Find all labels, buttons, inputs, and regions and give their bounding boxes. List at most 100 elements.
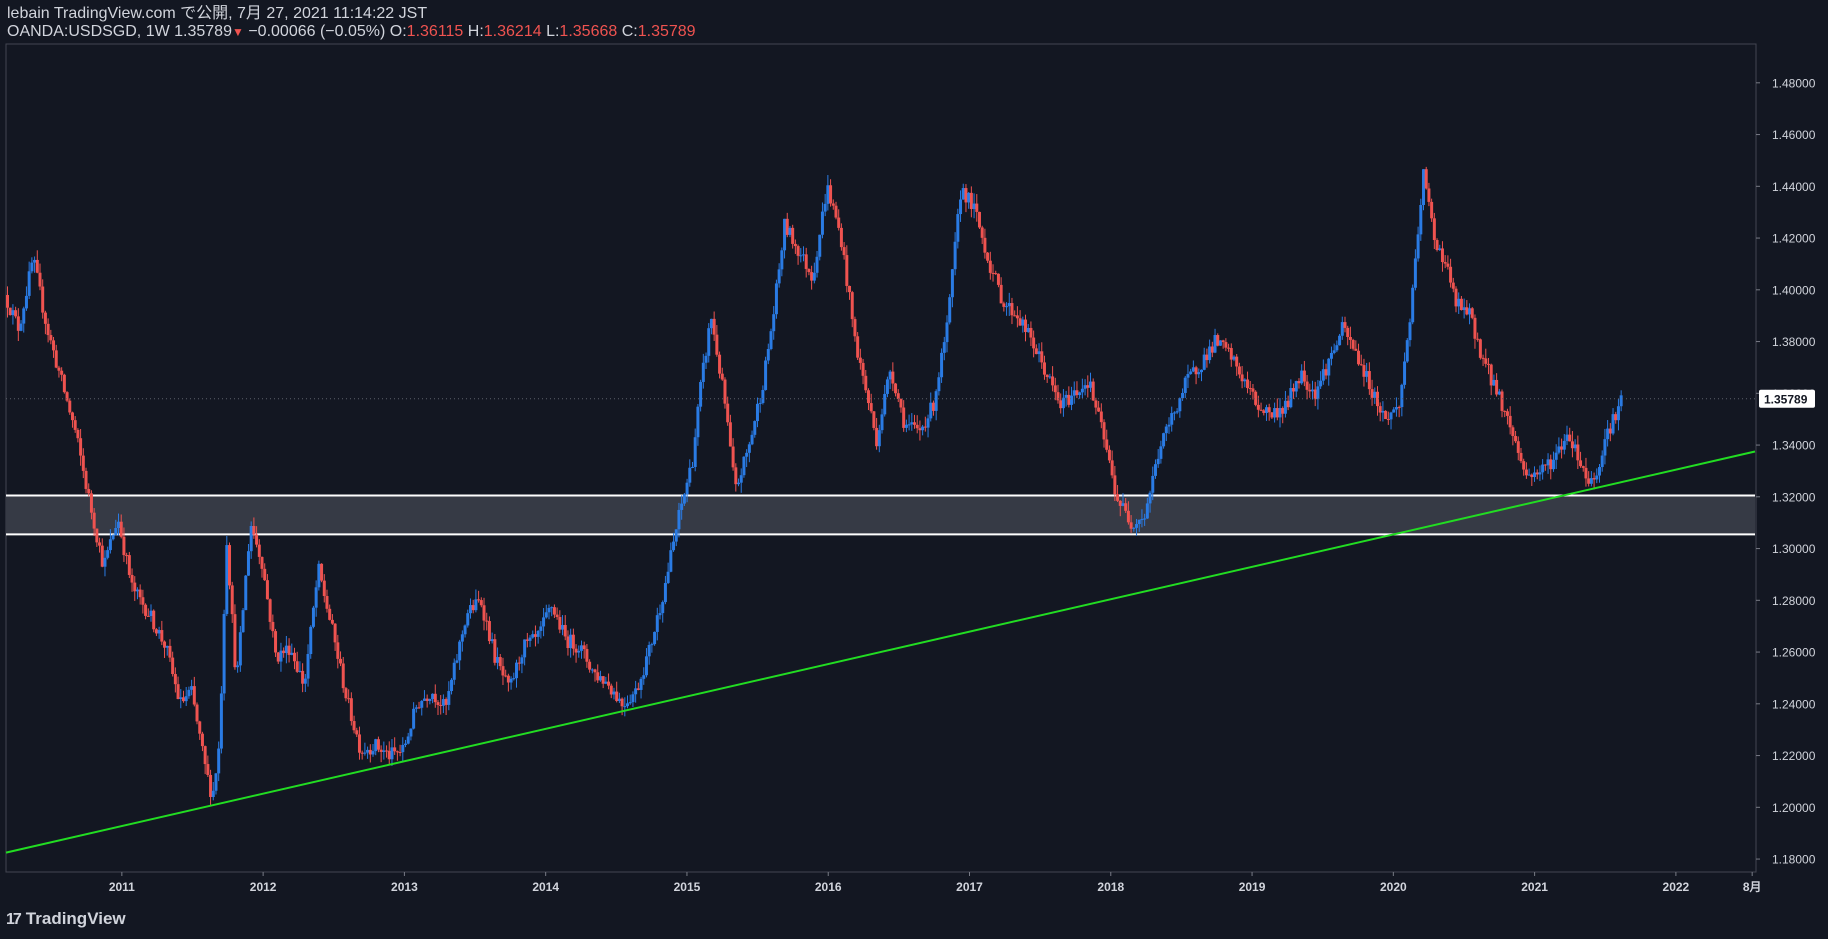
- candle-body: [295, 661, 299, 672]
- candle-body: [263, 568, 267, 581]
- candle-body: [972, 203, 976, 210]
- candle-body: [320, 563, 324, 581]
- candle-body: [709, 318, 713, 329]
- candle: [43, 310, 47, 335]
- candle: [512, 672, 516, 681]
- candle-body: [596, 672, 600, 681]
- candle: [1313, 381, 1317, 407]
- candle-body: [393, 747, 397, 752]
- candle: [198, 720, 202, 740]
- candle-body: [774, 283, 778, 315]
- candle: [582, 641, 586, 659]
- candle: [306, 644, 310, 687]
- candle: [1435, 238, 1439, 252]
- candle: [915, 415, 919, 434]
- candle-body: [317, 563, 321, 588]
- candle-body: [1338, 335, 1342, 346]
- candle-body: [617, 698, 621, 701]
- candle-body: [666, 571, 670, 584]
- candle: [520, 654, 524, 674]
- candle: [290, 643, 294, 656]
- candle-body: [872, 411, 876, 428]
- tradingview-logo: 17 TradingView: [6, 909, 126, 929]
- candle-body: [1137, 519, 1141, 525]
- candle-body: [1351, 339, 1355, 349]
- candle: [801, 246, 805, 262]
- candle: [737, 478, 741, 487]
- candle: [688, 459, 692, 487]
- candle: [344, 686, 348, 702]
- candle: [1481, 354, 1485, 366]
- candle: [171, 651, 175, 677]
- candle: [1600, 450, 1604, 472]
- candle: [1305, 375, 1309, 400]
- candle-body: [1278, 408, 1282, 418]
- candle-body: [230, 585, 234, 615]
- candle: [487, 616, 491, 645]
- candle: [693, 428, 697, 472]
- candle-body: [988, 260, 992, 273]
- candle-body: [923, 426, 927, 428]
- candle: [1375, 386, 1379, 416]
- candle-body: [1511, 427, 1515, 437]
- pane-border: [5, 43, 1757, 873]
- candle-body: [875, 427, 879, 447]
- candle: [755, 397, 759, 428]
- candle-body: [181, 697, 185, 702]
- candle-body: [745, 452, 749, 457]
- candle-body: [106, 550, 110, 558]
- candle-body: [504, 675, 508, 677]
- candle: [1473, 314, 1477, 349]
- candle-body: [1302, 370, 1306, 382]
- candle: [317, 560, 321, 591]
- candle-body: [550, 607, 554, 609]
- candle-body: [1191, 367, 1195, 372]
- candle: [1116, 485, 1120, 503]
- candle: [653, 631, 657, 646]
- candle-body: [547, 607, 551, 613]
- candle-body: [1213, 335, 1217, 353]
- candle: [506, 673, 510, 692]
- support-zone[interactable]: [6, 494, 1755, 536]
- candle-body: [739, 475, 743, 483]
- candle: [341, 657, 345, 693]
- candle-body: [577, 650, 581, 653]
- candle: [165, 645, 169, 656]
- candle-body: [238, 632, 242, 666]
- candle-body: [339, 658, 343, 664]
- candle: [1213, 328, 1217, 354]
- candle: [839, 223, 843, 251]
- candle-body: [853, 319, 857, 337]
- candle-body: [1530, 474, 1534, 478]
- candle: [980, 225, 984, 245]
- candle-body: [1389, 412, 1393, 420]
- candle: [975, 194, 979, 222]
- candle-body: [1205, 354, 1209, 361]
- candle: [471, 599, 475, 614]
- candle-body: [46, 323, 50, 336]
- candle: [1500, 389, 1504, 418]
- candle-body: [959, 199, 963, 215]
- candle-body: [496, 657, 500, 663]
- candle: [1597, 464, 1601, 483]
- candle: [65, 391, 69, 403]
- candle-body: [157, 630, 161, 634]
- candle-body: [1422, 169, 1426, 206]
- candle: [655, 607, 659, 641]
- candle-body: [57, 367, 61, 371]
- candle-body: [1500, 391, 1504, 411]
- candle-body: [690, 466, 694, 468]
- candle: [133, 576, 137, 601]
- time-axis[interactable]: 2011 2012 2013 2014 2015 2016 2017 2018 2019 2020…: [109, 872, 1762, 894]
- candle: [880, 408, 884, 434]
- candle: [558, 610, 562, 634]
- candle-body: [252, 525, 256, 535]
- price-chart[interactable]: 1.48000 1.46000 1.44000 1.42000 1.40000 1.380…: [0, 0, 1828, 939]
- candle: [636, 682, 640, 691]
- candle-body: [76, 429, 80, 439]
- candle: [292, 647, 296, 670]
- candle: [823, 193, 827, 217]
- candle-body: [742, 456, 746, 476]
- candle-body: [1270, 412, 1274, 418]
- price-axis[interactable]: 1.48000 1.46000 1.44000 1.42000 1.40000 1.380…: [1756, 76, 1816, 867]
